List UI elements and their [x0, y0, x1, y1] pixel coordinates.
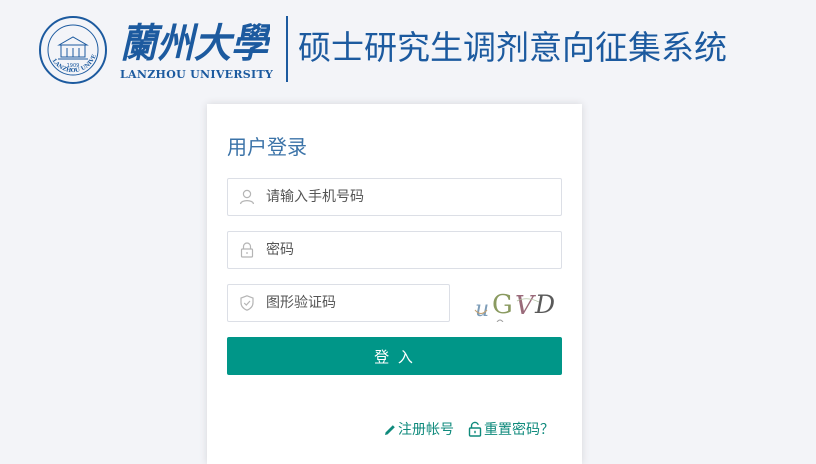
captcha-char-4: D [534, 290, 555, 319]
reset-password-label: 重置密码？ [484, 422, 554, 438]
login-card: 用户登录 u G V D 登 入 [207, 104, 582, 464]
login-title: 用户登录 [227, 135, 307, 159]
register-label: 注册帐号 [398, 422, 454, 438]
captcha-char-2: G [492, 290, 513, 320]
captcha-image[interactable]: u G V D [469, 284, 561, 322]
phone-input[interactable] [266, 179, 551, 215]
header-divider [286, 16, 288, 82]
university-seal-logo: LANZHOU UNIVERSITY 1909 [38, 15, 107, 84]
captcha-char-3: V [515, 291, 536, 321]
user-icon [239, 189, 255, 205]
university-name-cn: 蘭州大學 [120, 20, 270, 67]
seal-year: 1909 [67, 63, 80, 69]
login-button[interactable]: 登 入 [227, 337, 562, 375]
account-links: 注册帐号 重置密码？ [383, 420, 563, 440]
university-name-en: LANZHOU UNIVERSITY [120, 68, 274, 81]
captcha-input[interactable] [266, 285, 439, 321]
unlock-icon [468, 421, 482, 437]
captcha-field[interactable] [227, 284, 450, 322]
phone-field[interactable] [227, 178, 562, 216]
university-name-logo: 蘭州大學 [120, 20, 270, 67]
captcha-char-1: u [475, 297, 489, 322]
page-header: LANZHOU UNIVERSITY 1909 蘭州大學 LANZHOU UNI… [0, 0, 816, 90]
shield-icon [240, 295, 254, 311]
password-input[interactable] [266, 232, 551, 268]
reset-password-link[interactable]: 重置密码？ [467, 420, 554, 440]
pencil-icon [385, 425, 395, 435]
system-title: 硕士研究生调剂意向征集系统 [298, 28, 727, 67]
register-link[interactable]: 注册帐号 [383, 420, 454, 440]
lock-icon [240, 242, 254, 258]
password-field[interactable] [227, 231, 562, 269]
